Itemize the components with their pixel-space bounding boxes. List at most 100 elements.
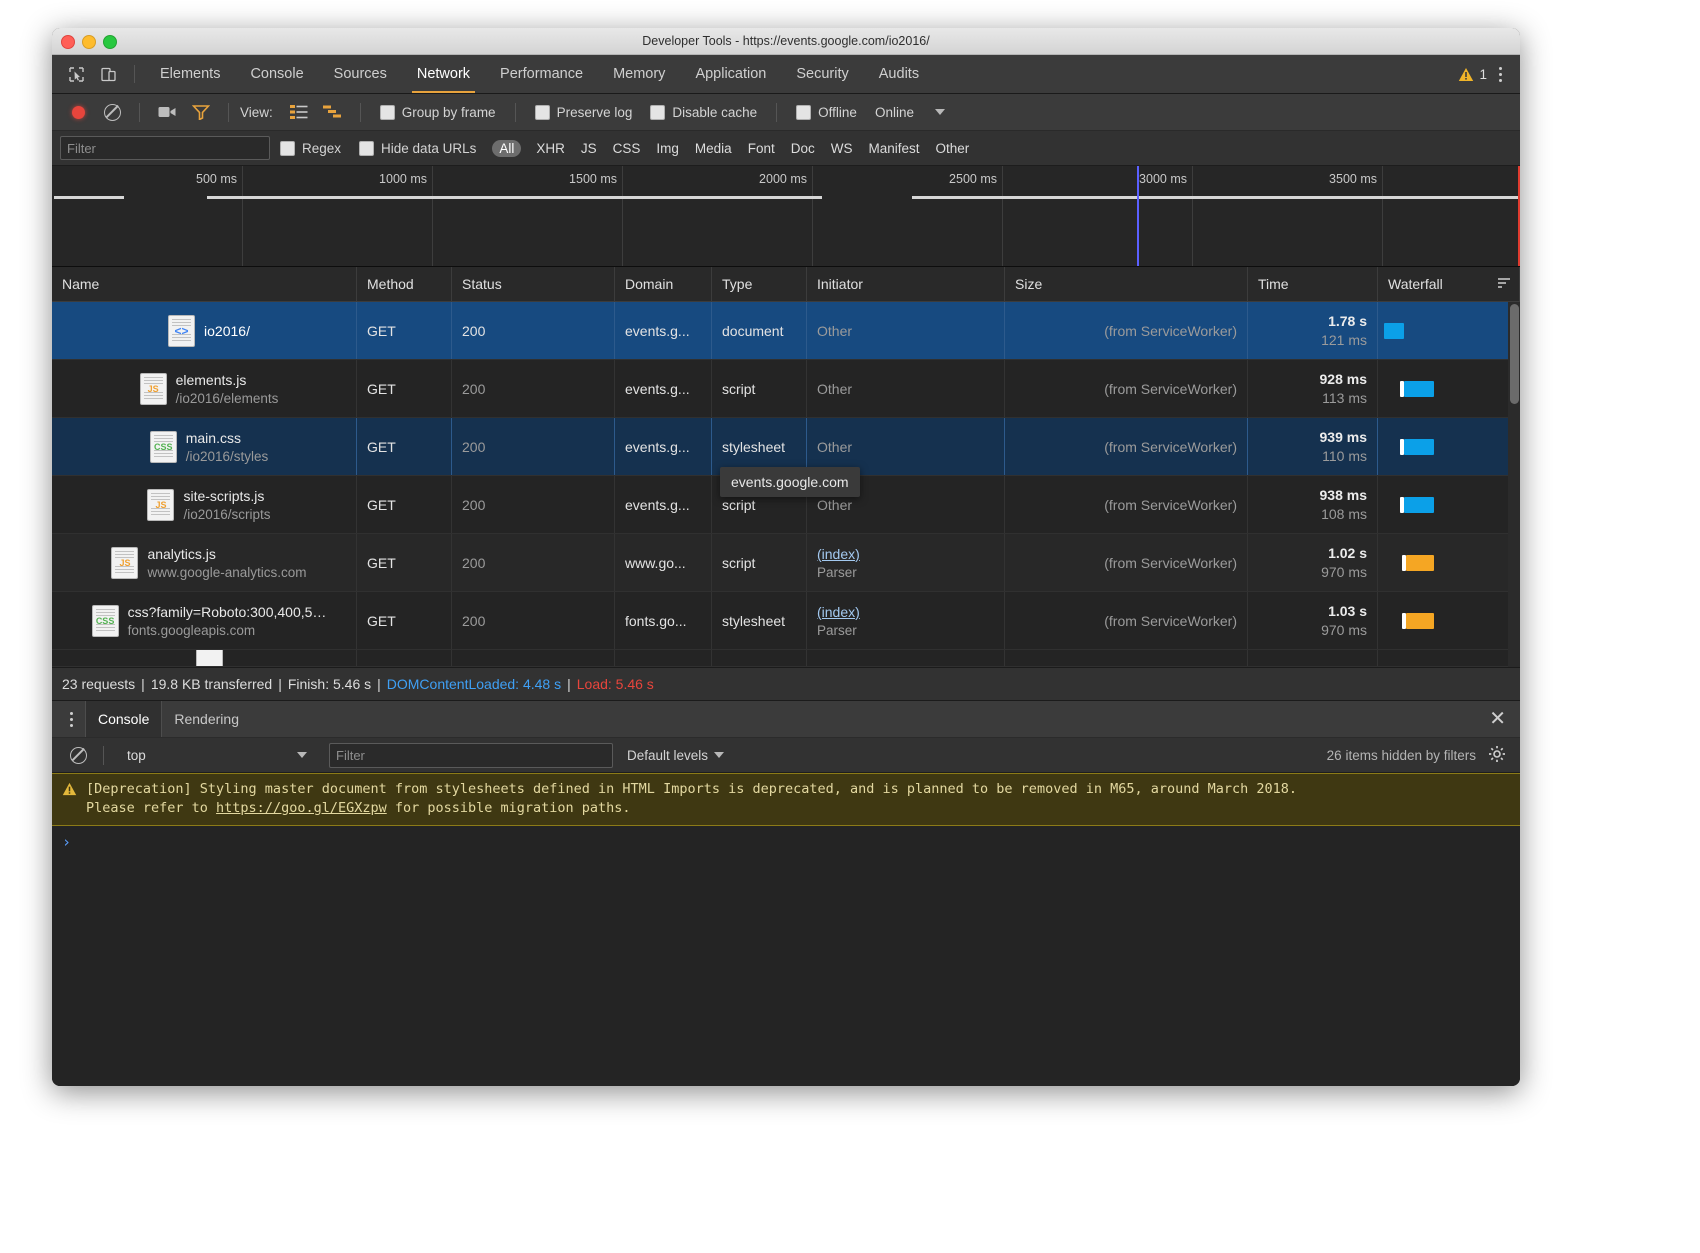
cell-initiator-link[interactable]: (index): [817, 546, 1004, 562]
filter-type-img[interactable]: Img: [649, 141, 686, 156]
column-header-time[interactable]: Time: [1248, 267, 1378, 301]
table-row-partial[interactable]: [52, 650, 1520, 667]
cell-size: (from ServiceWorker): [1104, 380, 1237, 397]
cell-time: 1.02 s: [1328, 545, 1367, 561]
console-levels-selector[interactable]: Default levels: [627, 748, 725, 763]
filter-type-js[interactable]: JS: [574, 141, 604, 156]
filter-toggle-button[interactable]: [187, 99, 215, 125]
tab-sources[interactable]: Sources: [319, 55, 402, 93]
tab-performance[interactable]: Performance: [485, 55, 598, 93]
throttling-dropdown[interactable]: [926, 99, 954, 125]
console-warning-line2-before: Please refer to: [86, 800, 217, 817]
cell-name[interactable]: JS elements.js /io2016/elements: [52, 360, 357, 417]
request-name-block: elements.js /io2016/elements: [176, 372, 279, 406]
cell-time: 1.78 s: [1328, 313, 1367, 329]
filter-type-doc[interactable]: Doc: [784, 141, 822, 156]
column-header-initiator[interactable]: Initiator: [807, 267, 1005, 301]
warning-count-badge[interactable]: 1: [1458, 67, 1487, 82]
record-button[interactable]: [64, 99, 92, 125]
migration-paths-link[interactable]: https://goo.gl/EGXzpw: [216, 800, 387, 816]
disable-cache-checkbox[interactable]: Disable cache: [650, 104, 757, 120]
console-filter-input[interactable]: [329, 742, 613, 768]
filter-type-media[interactable]: Media: [688, 141, 739, 156]
tab-network[interactable]: Network: [402, 55, 485, 93]
close-window-button[interactable]: [61, 35, 75, 49]
cell-initiator-link[interactable]: (index): [817, 604, 1004, 620]
group-by-frame-checkbox[interactable]: Group by frame: [379, 104, 496, 120]
cell-name[interactable]: <> io2016/: [52, 302, 357, 359]
toggle-device-toolbar-icon[interactable]: [94, 61, 122, 87]
tab-security[interactable]: Security: [781, 55, 863, 93]
chevron-down-icon: [934, 109, 945, 115]
preserve-log-checkbox[interactable]: Preserve log: [534, 104, 632, 120]
console-input-prompt[interactable]: ›: [52, 826, 1520, 858]
network-overview-timeline[interactable]: 500 ms 1000 ms 1500 ms 2000 ms 2500 ms 3…: [52, 166, 1520, 267]
hide-data-urls-checkbox[interactable]: Hide data URLs: [359, 140, 476, 156]
tab-audits[interactable]: Audits: [864, 55, 934, 93]
filter-type-font[interactable]: Font: [741, 141, 782, 156]
toolbar-divider: [776, 102, 778, 122]
column-header-type[interactable]: Type: [712, 267, 807, 301]
tab-elements[interactable]: Elements: [145, 55, 235, 93]
filter-type-all[interactable]: All: [492, 139, 522, 157]
console-settings-button[interactable]: [1488, 745, 1520, 766]
filter-input[interactable]: [60, 136, 270, 160]
maximize-window-button[interactable]: [103, 35, 117, 49]
regex-checkbox[interactable]: Regex: [280, 140, 341, 156]
checkbox-box: [359, 140, 375, 156]
column-header-waterfall[interactable]: Waterfall: [1378, 267, 1520, 301]
table-scrollbar[interactable]: [1508, 302, 1520, 667]
table-row[interactable]: JS analytics.js www.google-analytics.com…: [52, 534, 1520, 592]
column-header-status[interactable]: Status: [452, 267, 615, 301]
throttling-value[interactable]: Online: [875, 105, 914, 120]
tab-application[interactable]: Application: [680, 55, 781, 93]
cell-waterfall: [1378, 360, 1520, 417]
clear-button[interactable]: [98, 99, 126, 125]
filter-type-css[interactable]: CSS: [606, 141, 648, 156]
column-header-size[interactable]: Size: [1005, 267, 1248, 301]
filter-type-ws[interactable]: WS: [824, 141, 860, 156]
column-header-domain[interactable]: Domain: [615, 267, 712, 301]
cell-name[interactable]: CSS css?family=Roboto:300,400,5… fonts.g…: [52, 592, 357, 649]
cell-name[interactable]: JS site-scripts.js /io2016/scripts: [52, 476, 357, 533]
cell-waterfall: [1378, 302, 1520, 359]
console-warning-message[interactable]: [Deprecation] Styling master document fr…: [52, 773, 1520, 827]
minimize-window-button[interactable]: [82, 35, 96, 49]
filter-type-xhr[interactable]: XHR: [529, 141, 572, 156]
clear-console-button[interactable]: [64, 742, 92, 768]
filter-type-other[interactable]: Other: [929, 141, 977, 156]
cell-name[interactable]: CSS main.css /io2016/styles: [52, 418, 357, 475]
window-traffic-lights[interactable]: [61, 35, 117, 49]
cell-status: 200: [462, 612, 486, 629]
cell-time: 1.03 s: [1328, 603, 1367, 619]
tab-memory[interactable]: Memory: [598, 55, 680, 93]
group-by-frame-label: Group by frame: [401, 104, 496, 120]
offline-checkbox[interactable]: Offline: [796, 104, 857, 120]
css-file-icon: CSS: [91, 604, 119, 637]
tab-console[interactable]: Console: [235, 55, 318, 93]
console-context-selector[interactable]: top: [119, 743, 315, 767]
cell-status: 200: [462, 380, 486, 397]
overview-request-bar: [912, 196, 1520, 199]
table-row[interactable]: JS elements.js /io2016/elements GET 200 …: [52, 360, 1520, 418]
view-waterfall-icon[interactable]: [319, 99, 347, 125]
column-header-name[interactable]: Name: [52, 267, 357, 301]
waterfall-sort-icon: [1498, 277, 1510, 288]
drawer-tabbar: Console Rendering ✕: [52, 701, 1520, 738]
inspect-element-icon[interactable]: [62, 61, 90, 87]
drawer-tab-console[interactable]: Console: [85, 701, 163, 737]
cell-name[interactable]: JS analytics.js www.google-analytics.com: [52, 534, 357, 591]
column-header-method[interactable]: Method: [357, 267, 452, 301]
table-row[interactable]: CSS css?family=Roboto:300,400,5… fonts.g…: [52, 592, 1520, 650]
file-icon-label: CSS: [95, 615, 115, 626]
close-drawer-icon[interactable]: ✕: [1475, 701, 1520, 737]
table-row[interactable]: <> io2016/ GET 200 events.g... document …: [52, 302, 1520, 360]
view-list-icon[interactable]: [285, 99, 313, 125]
css-file-icon: CSS: [149, 430, 177, 463]
devtools-more-options-icon[interactable]: [1491, 63, 1510, 86]
drawer-more-options-icon[interactable]: [58, 708, 85, 731]
capture-screenshots-button[interactable]: [153, 99, 181, 125]
drawer-tab-rendering[interactable]: Rendering: [162, 701, 251, 737]
filter-type-manifest[interactable]: Manifest: [861, 141, 926, 156]
scrollbar-thumb[interactable]: [1510, 304, 1519, 404]
